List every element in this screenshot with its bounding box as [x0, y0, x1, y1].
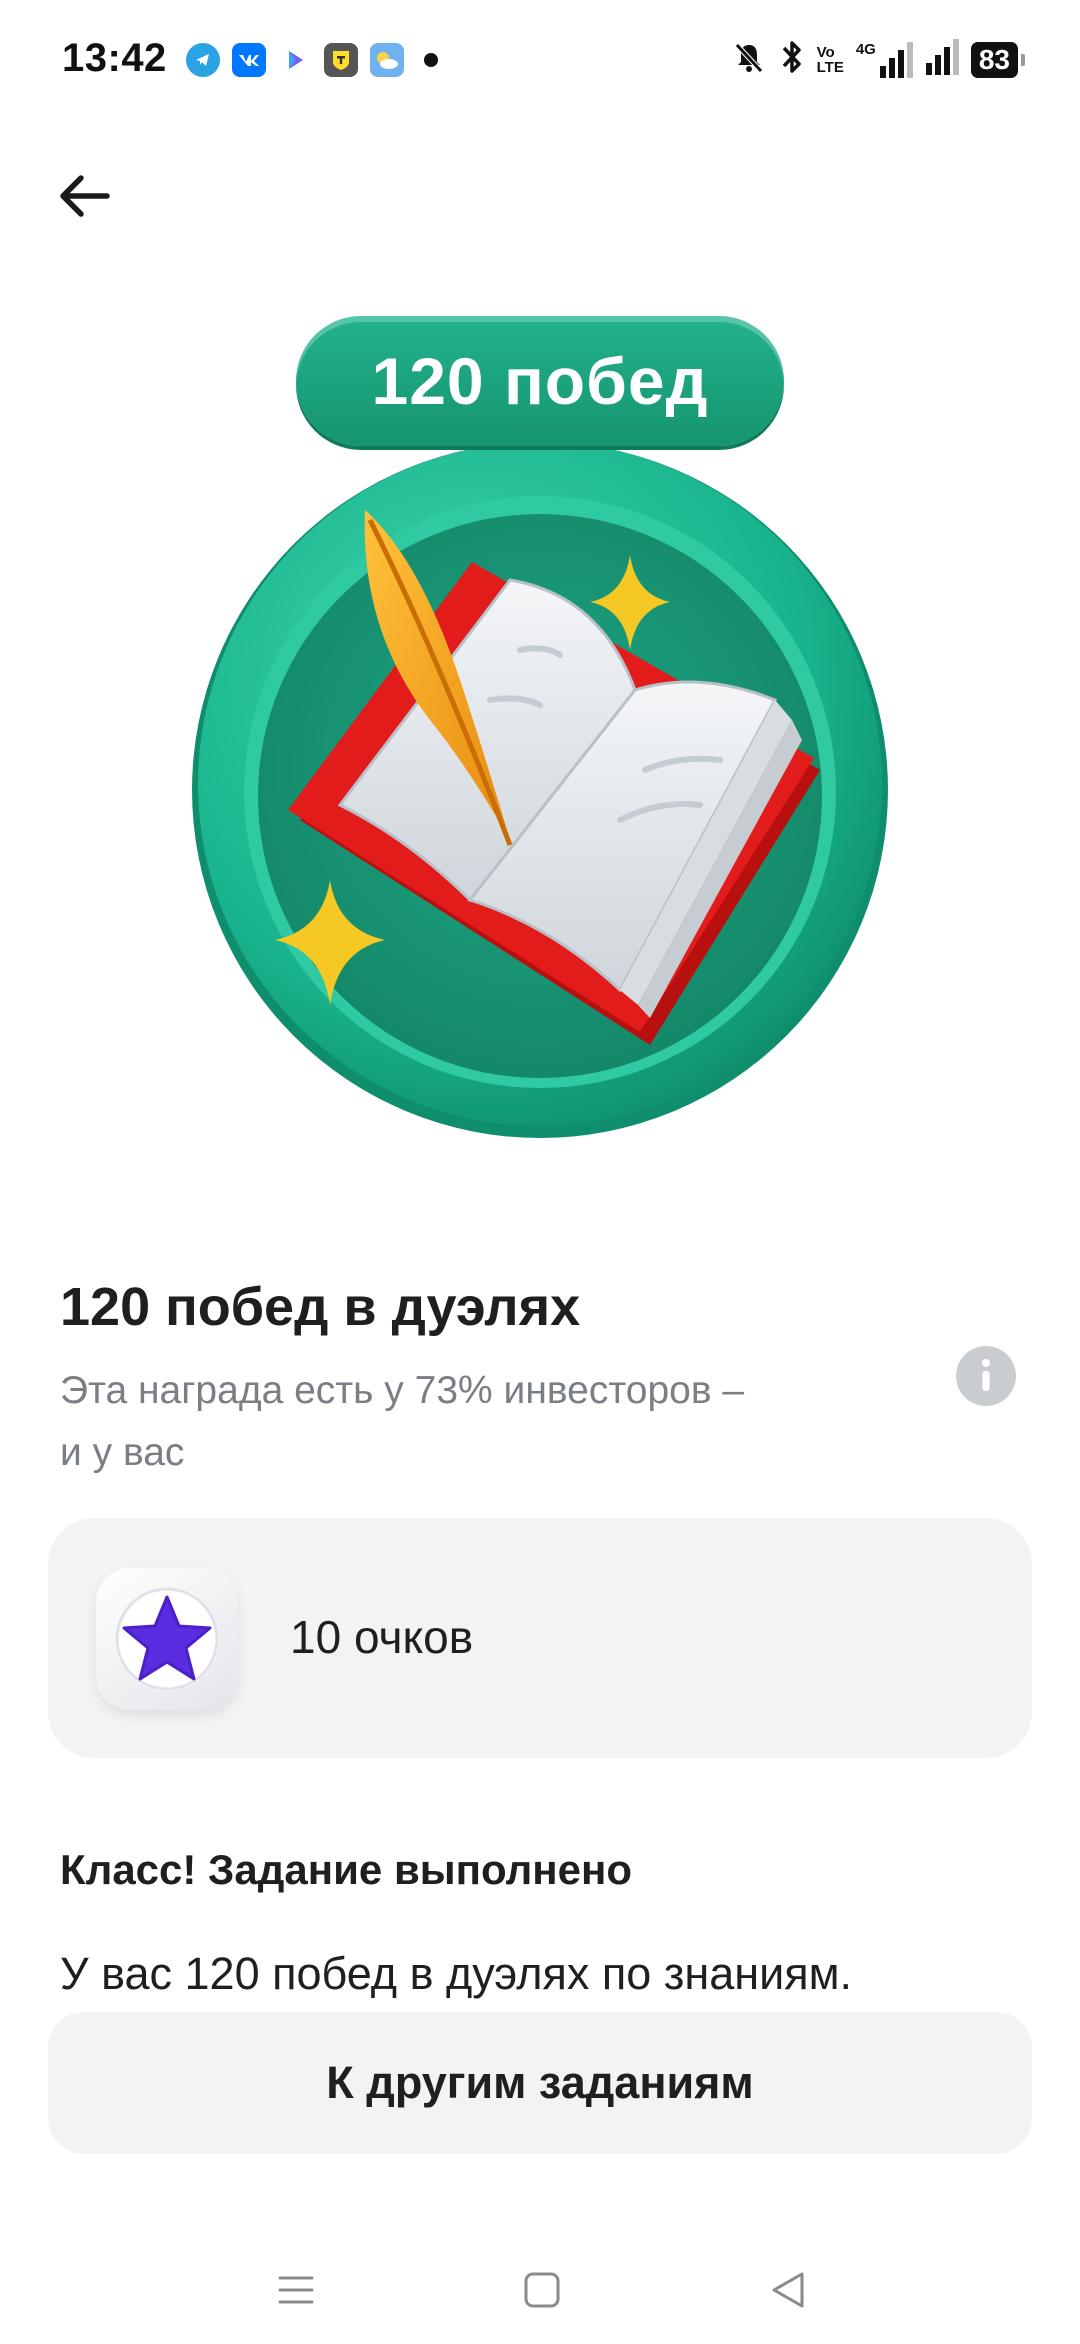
tbank-icon — [324, 43, 358, 77]
other-tasks-button[interactable]: К другим заданиям — [48, 2012, 1032, 2154]
menu-icon — [278, 2276, 314, 2304]
home-button[interactable] — [512, 2260, 572, 2320]
arrow-left-icon — [60, 175, 110, 217]
reward-points: 10 очков — [290, 1611, 474, 1663]
achievement-description-line1: Эта награда есть у 73% инвесторов – — [60, 1369, 745, 1412]
status-bar: 13:42 Vo LTE 4G 83 — [0, 0, 1080, 120]
completion-text: У вас 120 побед в дуэлях по знаниям. — [60, 1948, 853, 1999]
weather-icon — [370, 43, 404, 77]
achievement-badge: 120 побед — [180, 300, 900, 1160]
info-icon — [982, 1359, 990, 1391]
bluetooth-icon — [779, 38, 805, 81]
status-time: 13:42 — [62, 36, 167, 80]
play-icon — [278, 43, 312, 77]
mute-icon — [731, 39, 767, 80]
signal-icon — [925, 39, 959, 80]
achievement-title: 120 побед в дуэлях — [60, 1277, 581, 1337]
notification-icons — [186, 43, 438, 77]
star-icon — [115, 1587, 219, 1691]
reward-card: 10 очков — [48, 1518, 1032, 1758]
signal-4g-icon: 4G — [856, 41, 913, 78]
badge-label: 120 побед — [296, 316, 784, 446]
achievement-description: Эта награда есть у 73% инвесторов – и у … — [60, 1360, 850, 1484]
battery-indicator: 83 — [970, 41, 1026, 78]
vk-icon — [232, 43, 266, 77]
menu-button[interactable] — [266, 2260, 326, 2320]
home-square-icon — [524, 2272, 560, 2308]
more-notifications-dot — [424, 53, 438, 67]
back-triangle-icon — [772, 2272, 804, 2308]
completion-title: Класс! Задание выполнено — [60, 1846, 633, 1893]
back-nav-button[interactable] — [758, 2260, 818, 2320]
back-button[interactable] — [52, 164, 116, 228]
reward-icon-box — [96, 1568, 238, 1710]
navigation-bar — [0, 2244, 1080, 2344]
achievement-description-line2: и у вас — [60, 1431, 185, 1474]
volte-icon: Vo LTE — [816, 43, 844, 76]
system-icons: Vo LTE 4G 83 — [731, 38, 1026, 81]
info-button[interactable] — [956, 1346, 1016, 1406]
telegram-icon — [186, 43, 220, 77]
